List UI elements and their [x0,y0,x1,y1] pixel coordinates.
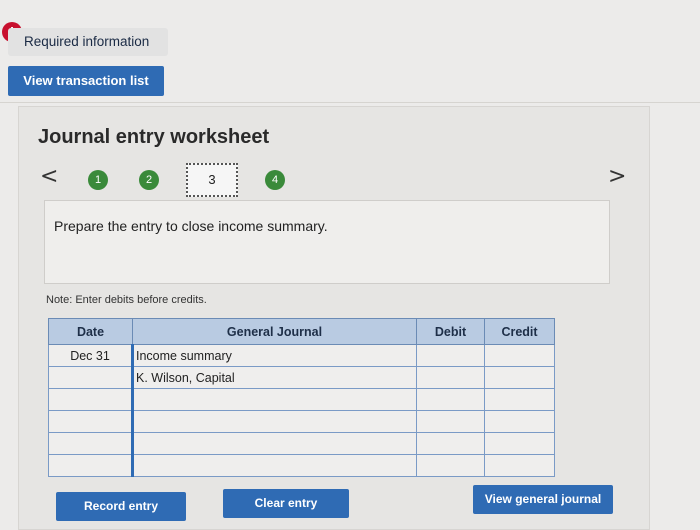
table-row: Dec 31 Income summary [48,344,555,367]
page-title: Journal entry worksheet [38,126,270,148]
date-cell[interactable] [48,410,133,433]
account-cell[interactable] [131,454,417,477]
credit-cell[interactable] [484,432,555,455]
account-cell[interactable]: Income summary [131,344,417,367]
record-entry-button[interactable]: Record entry [56,492,186,521]
column-header-credit: Credit [484,318,555,345]
date-cell[interactable] [48,388,133,411]
date-cell[interactable] [48,454,133,477]
debit-cell[interactable] [416,432,485,455]
account-cell[interactable] [131,388,417,411]
step-3-current[interactable]: 3 [186,163,238,197]
instruction-text: Prepare the entry to close income summar… [54,218,328,234]
table-row [48,388,555,411]
clear-entry-button[interactable]: Clear entry [223,489,349,518]
table-row [48,410,555,433]
credit-cell[interactable] [484,388,555,411]
credit-cell[interactable] [484,454,555,477]
debit-cell[interactable] [416,388,485,411]
date-cell[interactable] [48,366,133,389]
date-cell[interactable]: Dec 31 [48,344,133,367]
account-cell[interactable] [131,432,417,455]
credit-cell[interactable] [484,344,555,367]
table-row [48,432,555,455]
prev-arrow-icon[interactable]: < [40,164,58,189]
table-row [48,454,555,477]
step-2-button[interactable]: 2 [139,170,159,190]
divider [0,102,700,103]
table-row: K. Wilson, Capital [48,366,555,389]
column-header-general-journal: General Journal [132,318,417,345]
view-general-journal-button[interactable]: View general journal [473,485,613,514]
account-cell[interactable] [131,410,417,433]
debit-cell[interactable] [416,344,485,367]
next-arrow-icon[interactable]: > [608,164,626,189]
date-cell[interactable] [48,432,133,455]
required-information-bar[interactable]: Required information [8,28,168,56]
credit-cell[interactable] [484,410,555,433]
column-header-date: Date [48,318,133,345]
entry-note: Note: Enter debits before credits. [46,294,207,306]
column-header-debit: Debit [416,318,485,345]
account-cell[interactable]: K. Wilson, Capital [131,366,417,389]
view-transaction-list-button[interactable]: View transaction list [8,66,164,96]
step-1-button[interactable]: 1 [88,170,108,190]
credit-cell[interactable] [484,366,555,389]
debit-cell[interactable] [416,366,485,389]
instruction-box [44,200,610,284]
debit-cell[interactable] [416,454,485,477]
debit-cell[interactable] [416,410,485,433]
step-4-button[interactable]: 4 [265,170,285,190]
journal-table: Date General Journal Debit Credit Dec 31… [48,318,555,477]
